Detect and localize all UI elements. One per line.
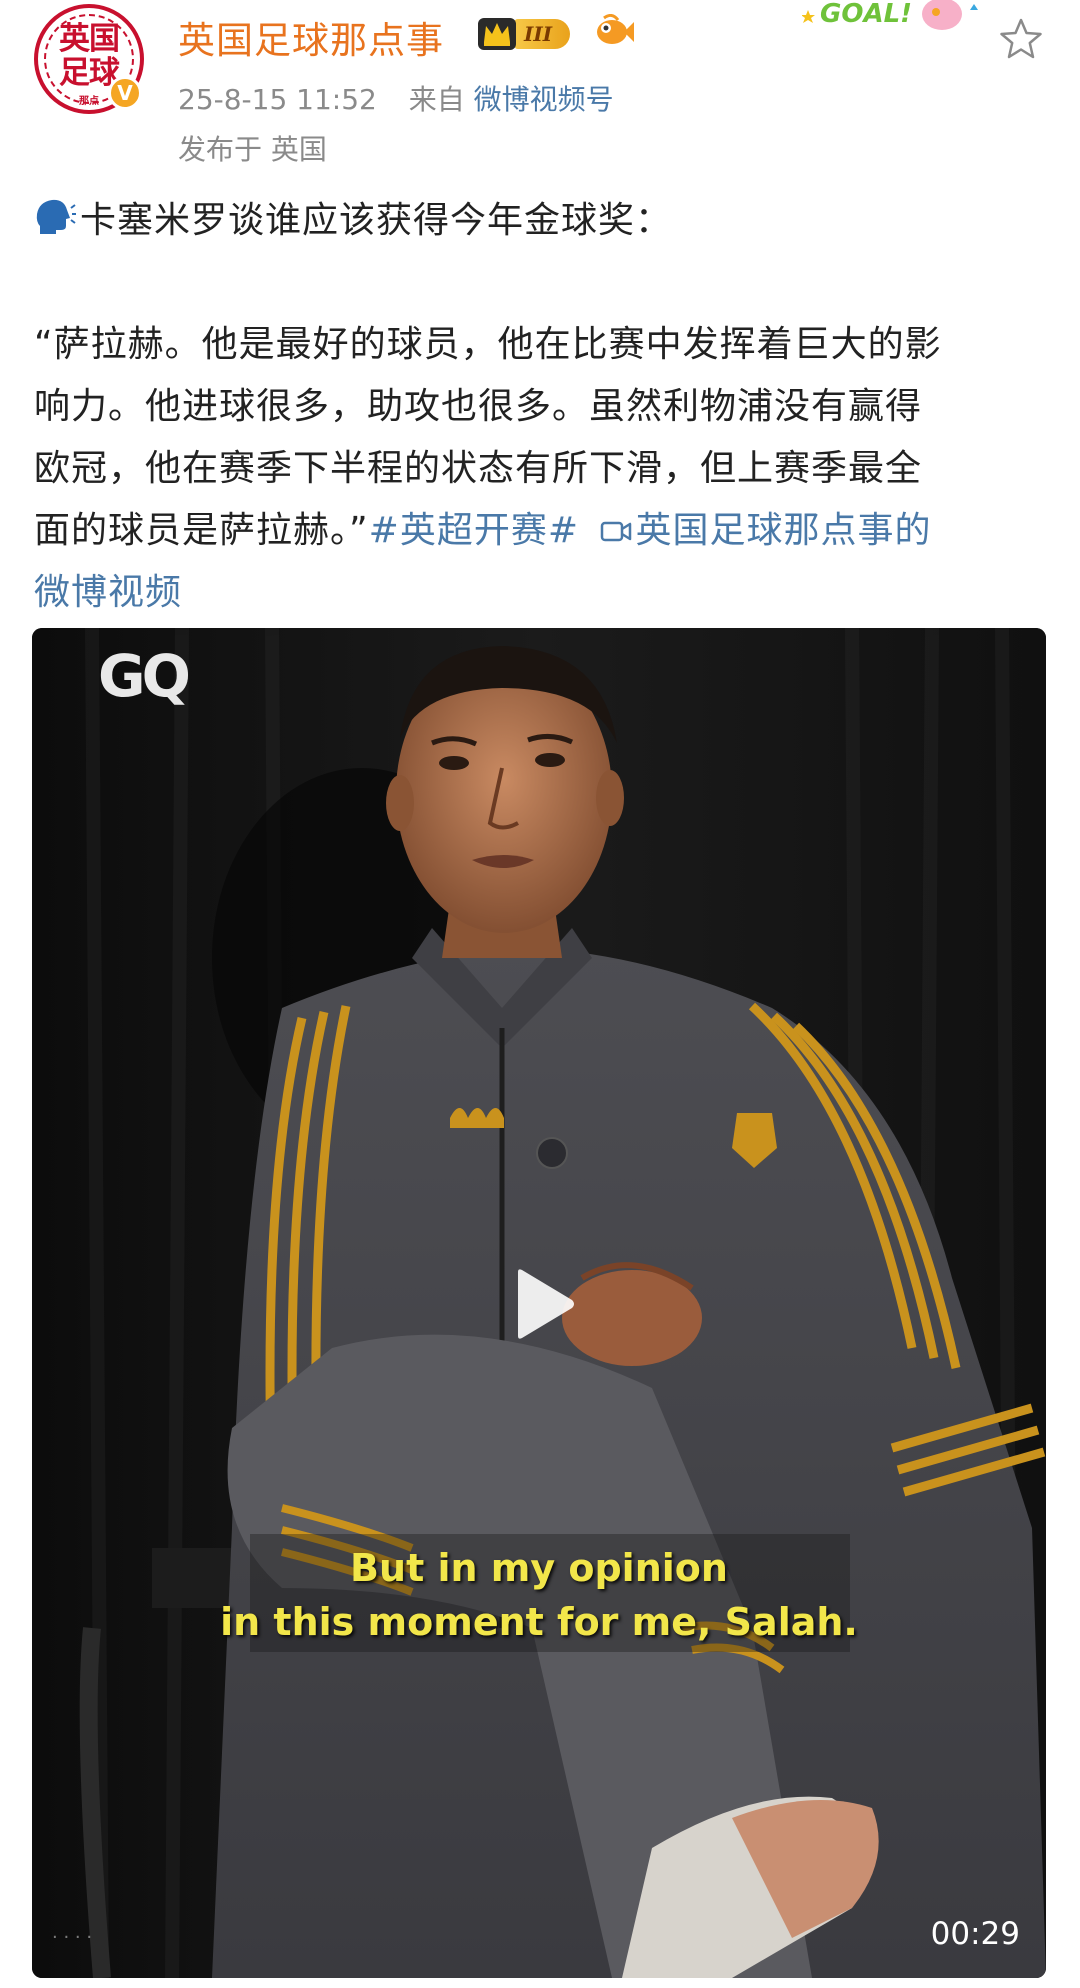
video-watermark: · · · · — [52, 1927, 93, 1948]
speaking-head-icon — [34, 196, 76, 238]
subtitle-line-1: But in my opinion — [350, 1546, 728, 1590]
post-meta: 25-8-15 11:52 来自 微博视频号 — [178, 78, 614, 118]
video-duration: 00:29 — [930, 1916, 1020, 1952]
fish-icon — [594, 13, 634, 48]
hashtag-link[interactable]: #英超开赛# — [369, 510, 579, 551]
post-intro-text: 卡塞米罗谈谁应该获得今年金球奖： — [80, 200, 673, 241]
post-location: 发布于 英国 — [178, 133, 327, 166]
favorite-star-icon[interactable] — [998, 16, 1044, 62]
subtitle-line-2: in this moment for me, Salah. — [220, 1600, 858, 1644]
play-icon[interactable] — [512, 1268, 576, 1340]
crown-icon — [476, 14, 520, 54]
video-source-link-text: 英国足球那点事的 — [635, 510, 932, 551]
video-source-link-line-2[interactable]: 微博视频 — [34, 562, 182, 624]
level-badge[interactable]: III — [476, 14, 586, 54]
post-timestamp: 25-8-15 11:52 — [178, 83, 377, 116]
username[interactable]: 英国足球那点事 — [178, 10, 444, 64]
post-quote-line-3: 欧冠，他在赛季下半程的状态有所下滑，但上赛季最全 — [34, 448, 923, 489]
video-link-icon — [599, 504, 633, 542]
post-intro-line: 卡塞米罗谈谁应该获得今年金球奖： — [34, 190, 672, 252]
video-player[interactable]: GQ But in my opinion in this moment for … — [32, 628, 1046, 1978]
goal-sticker-text: GOAL! — [820, 0, 912, 29]
post-quote-line-4: 面的球员是萨拉赫。”#英超开赛# 英国足球那点事的 — [34, 500, 931, 562]
video-source-link[interactable]: 英国足球那点事的 — [599, 510, 931, 551]
level-label: III — [514, 19, 571, 49]
goal-sticker: GOAL! — [801, 0, 1002, 40]
post-quote-line-2: 响力。他进球很多，助攻也很多。虽然利物浦没有赢得 — [34, 386, 923, 427]
post-quote-end: 面的球员是萨拉赫。” — [34, 510, 369, 551]
source-prefix: 来自 — [408, 83, 465, 116]
source-link[interactable]: 微博视频号 — [474, 83, 614, 116]
verified-badge-icon: V — [108, 76, 142, 110]
post-quote-line-1: “萨拉赫。他是最好的球员，他在比赛中发挥着巨大的影 — [34, 324, 942, 365]
gq-logo: GQ — [98, 642, 191, 710]
